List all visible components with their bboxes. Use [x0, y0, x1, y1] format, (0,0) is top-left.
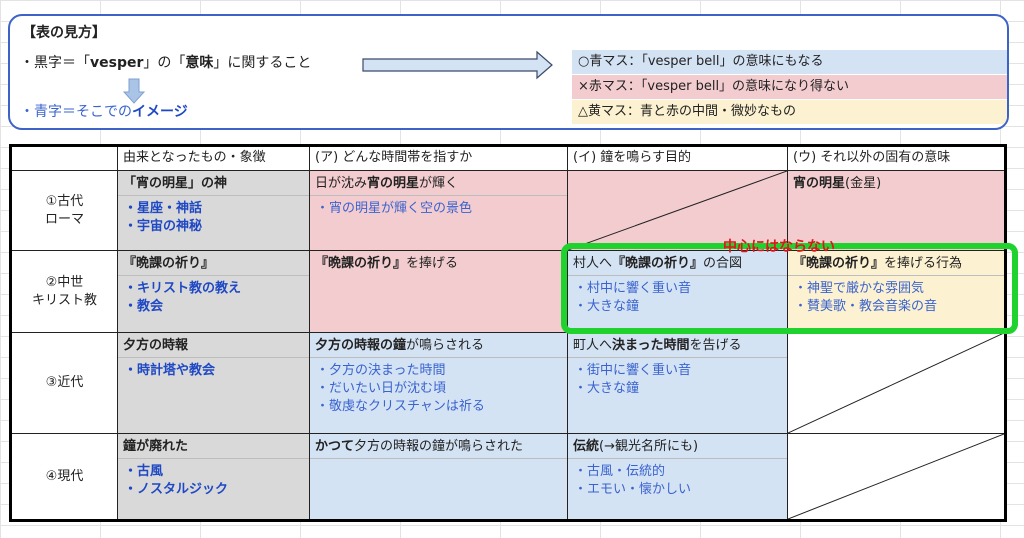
header-time[interactable]: (ア) どんな時間帯を指すか: [310, 147, 568, 171]
cell-present-other[interactable]: [788, 434, 1004, 519]
cell-title: 鐘が廃れた: [123, 439, 189, 454]
diagonal-strike-icon: [788, 434, 1004, 519]
cell-title: 『晩課の祈り』を捧げる行為: [793, 256, 963, 271]
legend-black-text-rule: ・黒字＝「vesper」の「意味」に関すること: [20, 52, 311, 72]
arrow-right-icon: [362, 50, 553, 80]
era-label: ③近代: [45, 375, 84, 390]
cell-title: 夕方の時報: [123, 338, 189, 353]
legend-red-cell-rule: ×赤マス：「vesper bell」の意味になり得ない: [572, 75, 1007, 99]
legend-yellow-cell-rule: △黄マス：青と赤の中間・微妙なもの: [572, 100, 1007, 124]
cell-title: 夕方の時報の鐘が鳴らされる: [315, 338, 485, 353]
era-present-day[interactable]: ④現代: [12, 434, 118, 519]
legend-box: 【表の見方】 ・黒字＝「vesper」の「意味」に関すること ・青字＝そこでのイ…: [8, 14, 1009, 130]
cell-medieval-time[interactable]: 『晩課の祈り』を捧げる: [310, 251, 568, 333]
cell-present-purpose[interactable]: 伝統(→観光名所にも) ・古風・伝統的 ・エモい・懐かしい: [568, 434, 788, 519]
era-medieval-christianity[interactable]: ②中世 キリスト教: [12, 251, 118, 333]
header-purpose[interactable]: (イ) 鐘を鳴らす目的: [568, 147, 788, 171]
cell-title: 日が沈み宵の明星が輝く: [315, 176, 459, 191]
legend-line1-word: vesper: [90, 55, 144, 71]
cell-title: 『晩課の祈り』を捧げる: [315, 256, 459, 271]
cell-modern-other[interactable]: [788, 333, 1004, 434]
cell-image-lines: ・神聖で厳かな雰囲気 ・賛美歌・教会音楽の音: [794, 281, 938, 314]
cell-modern-time[interactable]: 夕方の時報の鐘が鳴らされる ・夕方の決まった時間 ・だいたい日が沈む頃 ・敬虔な…: [310, 333, 568, 434]
cell-image-lines: ・古風・伝統的 ・エモい・懐かしい: [574, 464, 692, 497]
cell-rome-time[interactable]: 日が沈み宵の明星が輝く ・宵の明星が輝く空の景色: [310, 171, 568, 251]
cell-present-time[interactable]: かつて夕方の時報の鐘が鳴らされた: [310, 434, 568, 519]
cell-image-lines: ・宵の明星が輝く空の景色: [316, 201, 473, 216]
cell-medieval-other[interactable]: 『晩課の祈り』を捧げる行為 ・神聖で厳かな雰囲気 ・賛美歌・教会音楽の音: [788, 251, 1004, 333]
cell-present-origin[interactable]: 鐘が廃れた ・古風 ・ノスタルジック: [118, 434, 310, 519]
legend-line2-prefix: ・青字＝そこでの: [20, 104, 132, 120]
cell-title: 「宵の明星」の神: [123, 176, 228, 191]
header-cell-empty[interactable]: [12, 147, 118, 171]
cell-title: 伝統(→観光名所にも): [573, 439, 699, 454]
cell-rome-origin[interactable]: 「宵の明星」の神 ・星座・神話 ・宇宙の神秘: [118, 171, 310, 251]
cell-image-lines: ・古風 ・ノスタルジック: [124, 464, 229, 497]
diagonal-strike-icon: [788, 333, 1004, 433]
cell-medieval-origin[interactable]: 『晩課の祈り』 ・キリスト教の教え ・教会: [118, 251, 310, 333]
legend-line1-mid: 」の「: [143, 55, 186, 71]
legend-blue-text-rule: ・青字＝そこでのイメージ: [20, 101, 188, 121]
legend-line1-suffix: 」に関すること: [213, 55, 312, 71]
header-origin[interactable]: 由来となったもの・象徴: [118, 147, 310, 171]
era-ancient-rome[interactable]: ①古代 ローマ: [12, 171, 118, 251]
cell-image-lines: ・時計塔や教会: [124, 363, 216, 378]
cell-image-lines: ・村中に響く重い音 ・大きな鐘: [574, 281, 692, 314]
cell-image-lines: ・キリスト教の教え ・教会: [124, 281, 242, 314]
legend-blue-cell-rule: ○青マス：「vesper bell」の意味にもなる: [572, 50, 1007, 74]
era-label: ①古代 ローマ: [44, 193, 84, 227]
cell-image-lines: ・夕方の決まった時間 ・だいたい日が沈む頃 ・敬虔なクリスチャンは祈る: [316, 363, 485, 414]
legend-title: 【表の見方】: [22, 25, 106, 41]
legend-line1-prefix: ・黒字＝「: [20, 55, 90, 71]
header-other-meaning[interactable]: (ウ) それ以外の固有の意味: [788, 147, 1004, 171]
highlight-label: 中心にはならない: [723, 239, 835, 255]
cell-title: 『晩課の祈り』: [123, 256, 215, 271]
cell-title: かつて夕方の時報の鐘が鳴らされた: [315, 439, 524, 454]
era-modern[interactable]: ③近代: [12, 333, 118, 434]
legend-line2-bold: イメージ: [132, 104, 188, 120]
cell-modern-purpose[interactable]: 町人へ決まった時間を告げる ・街中に響く重い音 ・大きな鐘: [568, 333, 788, 434]
cell-modern-origin[interactable]: 夕方の時報 ・時計塔や教会: [118, 333, 310, 434]
cell-medieval-purpose[interactable]: 村人へ『晩課の祈り』の合図 ・村中に響く重い音 ・大きな鐘: [568, 251, 788, 333]
era-label: ②中世 キリスト教: [31, 274, 97, 308]
cell-image-lines: ・街中に響く重い音 ・大きな鐘: [574, 363, 692, 396]
era-label: ④現代: [45, 468, 84, 484]
cell-title: 宵の明星(金星): [793, 176, 882, 191]
vesper-table: 由来となったもの・象徴 (ア) どんな時間帯を指すか (イ) 鐘を鳴らす目的 (…: [9, 144, 1007, 522]
legend-line1-meaning: 意味: [185, 55, 214, 71]
cell-image-lines: ・星座・神話 ・宇宙の神秘: [124, 201, 203, 234]
cell-title: 町人へ決まった時間を告げる: [573, 338, 742, 353]
cell-title: 村人へ『晩課の祈り』の合図: [573, 256, 743, 271]
